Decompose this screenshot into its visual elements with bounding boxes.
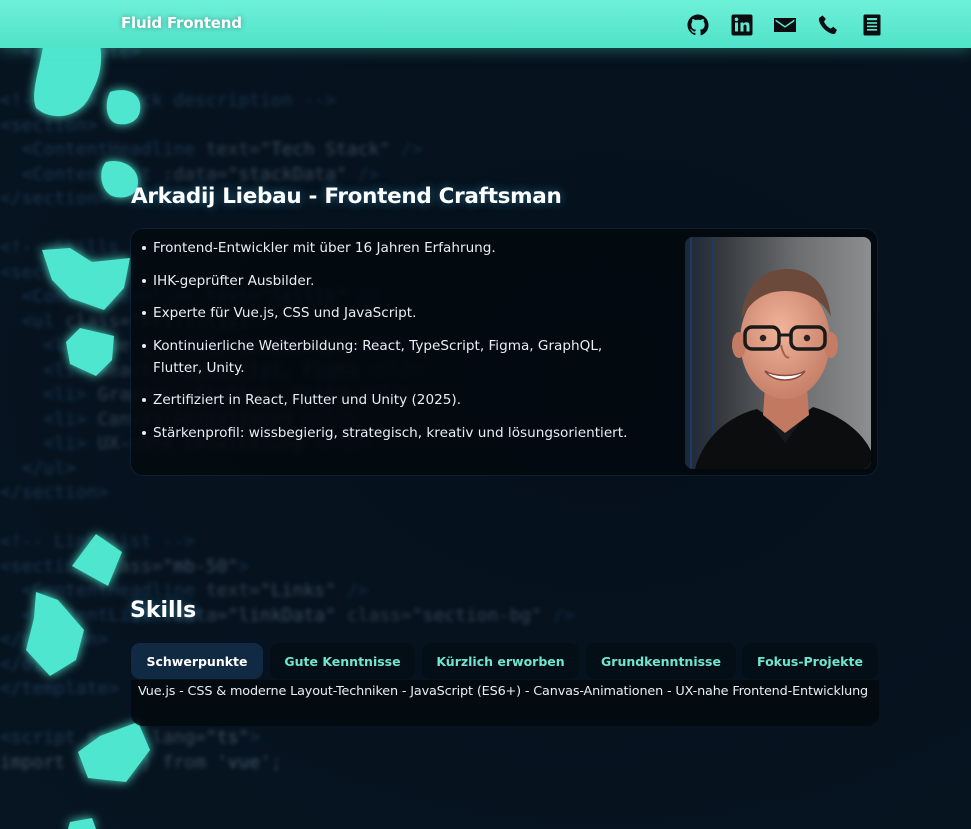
top-navbar: Fluid Frontend <box>0 0 971 48</box>
linkedin-icon <box>731 14 753 36</box>
page-title: Arkadij Liebau - Frontend Craftsman <box>131 184 562 209</box>
profile-photo <box>685 237 871 469</box>
tab-kuerzlich-erworben[interactable]: Kürzlich erworben <box>422 643 579 679</box>
tab-grundkenntnisse[interactable]: Grundkenntnisse <box>586 643 736 679</box>
cv-link[interactable] <box>860 13 884 37</box>
phone-link[interactable] <box>816 13 840 37</box>
skills-panel: Vue.js - CSS & moderne Layout-Techniken … <box>131 680 879 726</box>
about-card: Frontend-Entwickler mit über 16 Jahren E… <box>131 229 877 475</box>
list-item: Kontinuierliche Weiterbildung: React, Ty… <box>142 335 633 379</box>
list-item: Frontend-Entwickler mit über 16 Jahren E… <box>142 237 653 259</box>
list-item: Experte für Vue.js, CSS und JavaScript. <box>142 302 653 324</box>
skills-heading: Skills <box>130 598 197 623</box>
tab-fokus-projekte[interactable]: Fokus-Projekte <box>742 643 878 679</box>
skills-content: Vue.js - CSS & moderne Layout-Techniken … <box>138 684 868 699</box>
phone-icon <box>818 15 837 34</box>
github-link[interactable] <box>686 13 710 37</box>
tab-schwerpunkte[interactable]: Schwerpunkte <box>131 643 263 679</box>
list-item: Zertifiziert in React, Flutter und Unity… <box>142 389 653 411</box>
mail-icon <box>774 18 796 32</box>
list-item: Stärkenprofil: wissbegierig, strategisch… <box>142 422 653 444</box>
about-bullet-list: Frontend-Entwickler mit über 16 Jahren E… <box>142 237 653 454</box>
brand-logo[interactable]: Fluid Frontend <box>121 14 242 32</box>
tab-gute-kenntnisse[interactable]: Gute Kenntnisse <box>270 643 415 679</box>
github-icon <box>687 14 709 36</box>
main-content: Arkadij Liebau - Frontend Craftsman Fron… <box>0 0 971 829</box>
mail-link[interactable] <box>773 13 797 37</box>
linkedin-link[interactable] <box>730 13 754 37</box>
list-item: IHK-geprüfter Ausbilder. <box>142 270 653 292</box>
document-icon <box>863 14 881 36</box>
